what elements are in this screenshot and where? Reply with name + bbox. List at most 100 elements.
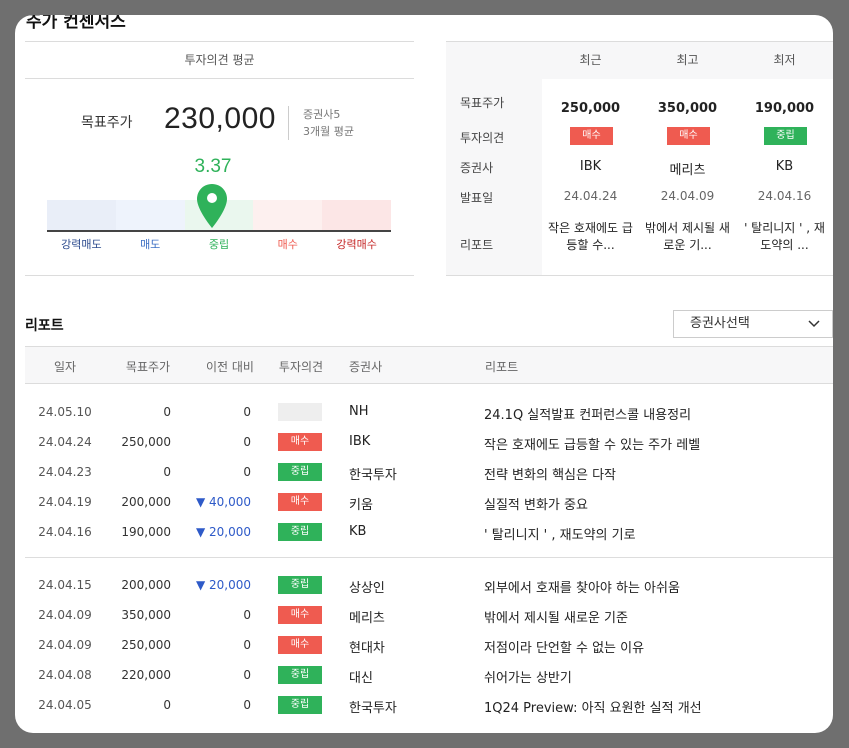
table-row[interactable]: 24.05.10 0 0 NH 24.1Q 실적발표 컨퍼런스콜 내용정리 xyxy=(25,397,833,427)
summary-col-high: 최고 350,000 매수 메리츠 24.04.09 밖에서 제시될 새로운 기… xyxy=(639,42,736,275)
opinion-badge: 매수 xyxy=(278,433,322,451)
table-row[interactable]: 24.04.09 350,000 0 매수 메리츠 밖에서 제시될 새로운 기준 xyxy=(25,600,833,630)
row-firm: 메리츠 xyxy=(349,611,385,626)
table-row[interactable]: 24.04.19 200,000 ▼ 40,000 매수 키움 실질적 변화가 중요 xyxy=(25,487,833,517)
opinion-badge: 매수 xyxy=(278,636,322,654)
opinion-badge xyxy=(278,403,322,421)
reports-table-header: 일자 목표주가 이전 대비 투자의견 증권사 리포트 xyxy=(25,346,833,384)
row-target-price: 250,000 xyxy=(121,638,171,652)
row-firm: 한국투자 xyxy=(349,468,397,483)
target-price-meta: 증권사5 3개월 평균 xyxy=(288,106,354,140)
summary-date: 24.04.16 xyxy=(757,189,812,203)
row-target-price: 350,000 xyxy=(121,608,171,622)
summary-firm: IBK xyxy=(579,159,602,174)
row-target-price: 0 xyxy=(163,405,171,419)
row-diff: 0 xyxy=(243,405,251,419)
opinion-badge: 중립 xyxy=(278,463,322,481)
row-report-link[interactable]: 밖에서 제시될 새로운 기준 xyxy=(484,607,628,626)
summary-row-labels: 목표주가 투자의견 증권사 발표일 리포트 xyxy=(446,42,542,275)
row-target-price: 220,000 xyxy=(121,668,171,682)
row-diff: 0 xyxy=(243,638,251,652)
row-target-price: 0 xyxy=(163,698,171,712)
col-header-opinion: 투자의견 xyxy=(278,360,324,374)
firm-select-dropdown[interactable]: 증권사선택 xyxy=(673,310,833,338)
section-title: 주가 컨센서스 xyxy=(26,15,126,32)
gauge-label: 매수 xyxy=(277,238,298,251)
summary-col-low: 최저 190,000 중립 KB 24.04.16 ' 탈리니지 ' , 재도약… xyxy=(736,42,833,275)
gauge-label: 매도 xyxy=(140,238,161,251)
opinion-badge: 매수 xyxy=(570,127,613,145)
summary-col-head: 최근 xyxy=(542,42,639,79)
row-date: 24.04.09 xyxy=(38,608,92,622)
row-diff: ▼ 20,000 xyxy=(195,525,251,539)
col-header-report: 리포트 xyxy=(485,360,519,374)
row-report-link[interactable]: ' 탈리니지 ' , 재도약의 기로 xyxy=(484,524,636,543)
row-firm: NH xyxy=(349,404,369,419)
summary-label-target: 목표주가 xyxy=(460,96,505,110)
reports-table-body: 24.05.10 0 0 NH 24.1Q 실적발표 컨퍼런스콜 내용정리 24.04.2… xyxy=(25,397,833,720)
summary-price: 250,000 xyxy=(560,101,621,116)
summary-date: 24.04.09 xyxy=(660,189,715,203)
row-target-price: 200,000 xyxy=(121,578,171,592)
meta-period: 3개월 평균 xyxy=(303,125,354,138)
col-header-price: 목표주가 xyxy=(125,360,171,374)
row-report-link[interactable]: 외부에서 호재를 찾아야 하는 아쉬움 xyxy=(484,577,680,596)
row-firm: 현대차 xyxy=(349,641,385,656)
row-target-price: 190,000 xyxy=(121,525,171,539)
opinion-badge: 매수 xyxy=(667,127,710,145)
table-row[interactable]: 24.04.05 0 0 중립 한국투자 1Q24 Preview: 아직 요원한 실적 … xyxy=(25,690,833,720)
row-report-link[interactable]: 전략 변화의 핵심은 다작 xyxy=(484,464,616,483)
row-report-link[interactable]: 24.1Q 실적발표 컨퍼런스콜 내용정리 xyxy=(484,404,691,423)
col-header-firm: 증권사 xyxy=(349,360,383,374)
row-diff: 0 xyxy=(243,608,251,622)
target-price-value: 230,000 xyxy=(164,102,276,135)
gauge-label: 중립 xyxy=(208,238,230,251)
table-row[interactable]: 24.04.09 250,000 0 매수 현대차 저점이라 단언할 수 없는 이유 xyxy=(25,630,833,660)
summary-report-link[interactable]: 밖에서 제시될 새로운 기... xyxy=(645,220,730,254)
opinion-badge: 매수 xyxy=(278,606,322,624)
row-report-link[interactable]: 작은 호재에도 급등할 수 있는 주가 레벨 xyxy=(484,434,700,453)
row-report-link[interactable]: 실질적 변화가 중요 xyxy=(484,494,588,513)
row-target-price: 0 xyxy=(163,465,171,479)
row-diff: ▼ 40,000 xyxy=(195,495,251,509)
table-row[interactable]: 24.04.15 200,000 ▼ 20,000 중립 상상인 외부에서 호재를 찾아야… xyxy=(25,570,833,600)
table-row[interactable]: 24.04.23 0 0 중립 한국투자 전략 변화의 핵심은 다작 xyxy=(25,457,833,487)
row-firm: 한국투자 xyxy=(349,701,397,716)
summary-col-head: 최저 xyxy=(736,42,833,79)
summary-price: 190,000 xyxy=(754,101,815,116)
row-firm: 상상인 xyxy=(349,581,385,596)
summary-columns: 최근 250,000 매수 IBK 24.04.24 작은 호재에도 급등할 수… xyxy=(542,42,833,275)
opinion-average-header: 투자의견 평균 xyxy=(25,42,414,79)
table-row[interactable]: 24.04.24 250,000 0 매수 IBK 작은 호재에도 급등할 수 있는 주가… xyxy=(25,427,833,457)
opinion-badge: 중립 xyxy=(278,696,322,714)
firm-select-label: 증권사선택 xyxy=(690,316,750,331)
row-report-link[interactable]: 쉬어가는 상반기 xyxy=(484,667,572,686)
row-date: 24.04.15 xyxy=(38,578,92,592)
col-header-date: 일자 xyxy=(53,360,77,374)
row-date: 24.04.09 xyxy=(38,638,92,652)
summary-date: 24.04.24 xyxy=(563,189,618,203)
row-date: 24.04.24 xyxy=(38,435,92,449)
chevron-down-icon xyxy=(808,311,820,347)
row-date: 24.04.16 xyxy=(38,525,92,539)
row-diff: ▼ 20,000 xyxy=(195,578,251,592)
row-firm: IBK xyxy=(349,434,371,449)
summary-label-report: 리포트 xyxy=(460,238,494,252)
row-target-price: 250,000 xyxy=(121,435,171,449)
gauge-segment-strong-buy xyxy=(322,200,391,230)
gauge-label: 강력매수 xyxy=(336,238,377,251)
summary-report-link[interactable]: 작은 호재에도 급등할 수... xyxy=(548,220,633,254)
row-report-link[interactable]: 저점이라 단언할 수 없는 이유 xyxy=(484,637,644,656)
summary-report-link[interactable]: ' 탈리니지 ' , 재도약의 ... xyxy=(742,220,827,254)
table-row[interactable]: 24.04.16 190,000 ▼ 20,000 중립 KB ' 탈리니지 ' , 재도… xyxy=(25,517,833,547)
summary-price: 350,000 xyxy=(657,101,718,116)
opinion-average-panel: 투자의견 평균 목표주가 230,000 증권사5 3개월 평균 3.37 강력… xyxy=(25,41,414,276)
row-report-link[interactable]: 1Q24 Preview: 아직 요원한 실적 개선 xyxy=(484,697,702,716)
row-diff: 0 xyxy=(243,668,251,682)
opinion-score: 3.37 xyxy=(194,156,232,177)
table-row[interactable]: 24.04.08 220,000 0 중립 대신 쉬어가는 상반기 xyxy=(25,660,833,690)
meta-firms: 증권사5 xyxy=(303,108,341,121)
consensus-card: 주가 컨센서스 투자의견 평균 목표주가 230,000 증권사5 3개월 평균… xyxy=(15,15,833,733)
opinion-badge: 매수 xyxy=(278,493,322,511)
opinion-summary-table: 목표주가 투자의견 증권사 발표일 리포트 최근 250,000 매수 IBK … xyxy=(446,41,833,276)
